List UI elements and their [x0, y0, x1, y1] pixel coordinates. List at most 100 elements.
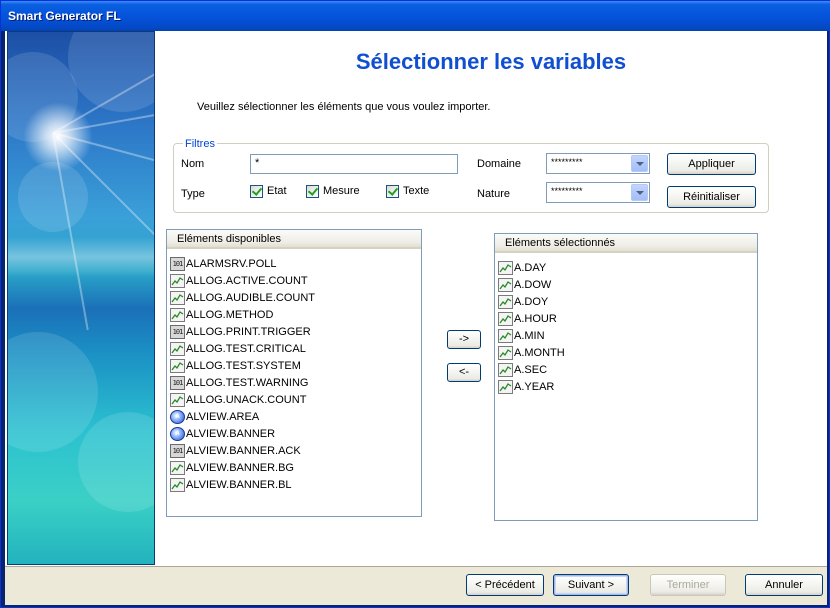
list-item-label: ALVIEW.BANNER.ACK: [186, 444, 301, 457]
binary-variable-icon: 101: [170, 256, 185, 271]
list-item[interactable]: A ALVIEW.AREA: [170, 408, 315, 425]
list-item[interactable]: 101 ALARMSRV.POLL: [170, 255, 315, 272]
list-item-label: ALLOG.PRINT.TRIGGER: [186, 325, 311, 338]
available-items-container: 101 ALARMSRV.POLL ALLOG.ACTIVE.COUNT ALLOG.…: [170, 255, 315, 493]
list-item[interactable]: ALLOG.TEST.CRITICAL: [170, 340, 315, 357]
list-item[interactable]: ALVIEW.BANNER.BG: [170, 459, 315, 476]
available-items-list[interactable]: Eléments disponibles 101 ALARMSRV.POLL ALL…: [166, 229, 422, 517]
list-item[interactable]: A.SEC: [498, 361, 565, 378]
cancel-button[interactable]: Annuler: [745, 574, 823, 596]
alarm-view-icon: A: [170, 426, 185, 441]
nature-select-value: *********: [551, 186, 583, 196]
window-title: Smart Generator FL: [8, 9, 121, 23]
wizard-page: Sélectionner les variables Veuillez séle…: [5, 31, 827, 566]
filters-group-title: Filtres: [183, 138, 217, 150]
footer-separator: [5, 566, 827, 567]
reset-button[interactable]: Réinitialiser: [667, 186, 756, 208]
analog-variable-icon: [170, 477, 185, 492]
list-item[interactable]: ALLOG.TEST.SYSTEM: [170, 357, 315, 374]
list-item-label: ALLOG.UNACK.COUNT: [186, 393, 307, 406]
list-item-label: A.DOY: [514, 295, 549, 308]
page-title: Sélectionner les variables: [355, 49, 627, 74]
page-instructions: Veuillez sélectionner les éléments que v…: [197, 101, 491, 113]
analog-variable-icon: [170, 290, 185, 305]
analog-variable-icon: [170, 307, 185, 322]
available-items-header[interactable]: Eléments disponibles: [167, 230, 421, 249]
analog-variable-icon: [498, 294, 513, 309]
selected-items-list[interactable]: Eléments sélectionnés A.DAY A.DOW A.DOY A.H…: [494, 233, 758, 521]
domain-label: Domaine: [477, 158, 522, 170]
list-item-label: ALVIEW.BANNER: [186, 427, 276, 440]
type-label: Type: [181, 188, 205, 200]
binary-variable-icon: 101: [170, 443, 185, 458]
finish-button: Terminer: [650, 574, 726, 596]
list-item[interactable]: ALLOG.METHOD: [170, 306, 315, 323]
list-item[interactable]: A.DOY: [498, 293, 565, 310]
name-label: Nom: [181, 158, 205, 170]
list-item-label: ALVIEW.AREA: [186, 410, 260, 423]
list-item-label: ALLOG.ACTIVE.COUNT: [186, 274, 308, 287]
checkbox-checked-icon: [306, 185, 319, 198]
name-filter-input[interactable]: *: [250, 154, 458, 174]
binary-variable-icon: 101: [170, 375, 185, 390]
checkbox-checked-icon: [386, 185, 399, 198]
list-item[interactable]: ALLOG.AUDIBLE.COUNT: [170, 289, 315, 306]
checkbox-checked-icon: [250, 185, 263, 198]
list-item[interactable]: A ALVIEW.BANNER: [170, 425, 315, 442]
wizard-side-banner: [7, 31, 155, 565]
analog-variable-icon: [170, 341, 185, 356]
list-item[interactable]: ALLOG.UNACK.COUNT: [170, 391, 315, 408]
list-item[interactable]: A.MONTH: [498, 344, 565, 361]
list-item[interactable]: A.YEAR: [498, 378, 565, 395]
list-item[interactable]: 101 ALLOG.PRINT.TRIGGER: [170, 323, 315, 340]
analog-variable-icon: [170, 273, 185, 288]
analog-variable-icon: [498, 379, 513, 394]
list-item-label: A.HOUR: [514, 312, 557, 325]
analog-variable-icon: [498, 260, 513, 275]
list-item[interactable]: 101 ALLOG.TEST.WARNING: [170, 374, 315, 391]
list-item[interactable]: ALLOG.ACTIVE.COUNT: [170, 272, 315, 289]
wizard-client: Sélectionner les variables Veuillez séle…: [5, 31, 827, 605]
analog-variable-icon: [498, 328, 513, 343]
list-item-label: ALLOG.TEST.WARNING: [186, 376, 309, 389]
list-item-label: ALVIEW.BANNER.BL: [186, 478, 292, 491]
analog-variable-icon: [170, 358, 185, 373]
apply-button[interactable]: Appliquer: [667, 153, 756, 175]
list-item[interactable]: A.DAY: [498, 259, 565, 276]
list-item-label: ALLOG.AUDIBLE.COUNT: [186, 291, 315, 304]
list-item[interactable]: A.DOW: [498, 276, 565, 293]
chevron-down-icon[interactable]: [631, 155, 648, 172]
list-item-label: ALVIEW.BANNER.BG: [186, 461, 294, 474]
analog-variable-icon: [170, 392, 185, 407]
wizard-window: Smart Generator FL Sélectionner les vari…: [0, 0, 830, 608]
analog-variable-icon: [498, 277, 513, 292]
next-button[interactable]: Suivant >: [553, 574, 629, 596]
list-item[interactable]: ALVIEW.BANNER.BL: [170, 476, 315, 493]
alarm-view-icon: A: [170, 409, 185, 424]
selected-items-container: A.DAY A.DOW A.DOY A.HOUR A.MIN A.MONTH A.SEC A.…: [498, 259, 565, 395]
analog-variable-icon: [498, 362, 513, 377]
list-item-label: ALLOG.TEST.SYSTEM: [186, 359, 301, 372]
list-item[interactable]: 101 ALVIEW.BANNER.ACK: [170, 442, 315, 459]
list-item-label: A.MIN: [514, 329, 545, 342]
nature-label: Nature: [477, 188, 511, 200]
list-item[interactable]: A.MIN: [498, 327, 565, 344]
list-item-label: A.YEAR: [514, 380, 555, 393]
domain-select[interactable]: *********: [546, 153, 650, 174]
back-button[interactable]: < Précédent: [466, 574, 544, 596]
selected-items-header[interactable]: Eléments sélectionnés: [495, 234, 757, 253]
list-item[interactable]: A.HOUR: [498, 310, 565, 327]
title-bar[interactable]: Smart Generator FL: [1, 1, 830, 31]
list-item-label: ALLOG.TEST.CRITICAL: [186, 342, 306, 355]
chevron-down-icon[interactable]: [631, 184, 648, 201]
remove-item-button[interactable]: <-: [447, 363, 481, 382]
list-item-label: A.SEC: [514, 363, 548, 376]
list-item-label: ALARMSRV.POLL: [186, 257, 277, 270]
list-item-label: ALLOG.METHOD: [186, 308, 274, 321]
domain-select-value: *********: [551, 157, 583, 167]
list-item-label: A.DAY: [514, 261, 547, 274]
list-item-label: A.DOW: [514, 278, 552, 291]
analog-variable-icon: [498, 345, 513, 360]
nature-select[interactable]: *********: [546, 182, 650, 203]
add-item-button[interactable]: ->: [447, 330, 481, 349]
